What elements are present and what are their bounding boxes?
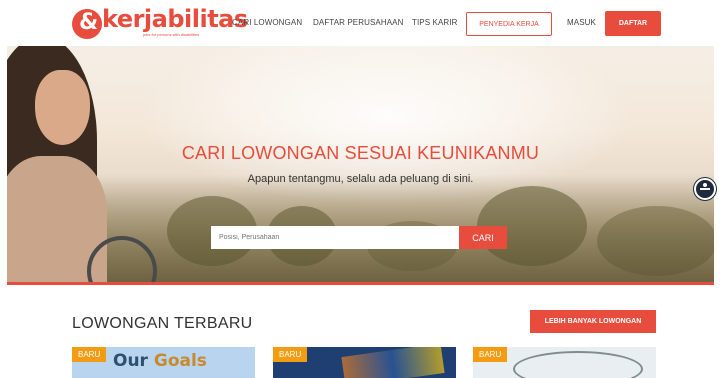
logo-ampersand-icon	[72, 9, 102, 39]
logo-text: kerjabilitas	[102, 5, 248, 33]
search-input[interactable]	[211, 226, 459, 249]
new-badge: BARU	[273, 347, 308, 362]
daftar-button[interactable]: DAFTAR	[605, 11, 661, 36]
penyedia-kerja-button[interactable]: PENYEDIA KERJA	[466, 12, 552, 36]
hero-subtitle: Apapun tentangmu, selalu ada peluang di …	[247, 173, 474, 185]
hero-divider	[7, 282, 714, 285]
search-button[interactable]: CARI	[459, 226, 507, 249]
job-card[interactable]: BARU	[273, 347, 456, 378]
job-card[interactable]: Our Goals BARU	[72, 347, 255, 378]
new-badge: BARU	[473, 347, 508, 362]
nav-cari-lowongan[interactable]: CARI LOWONGAN	[232, 18, 302, 27]
nav-masuk[interactable]: MASUK	[567, 18, 596, 27]
nav-tips-karir[interactable]: TIPS KARIR	[412, 18, 457, 27]
new-badge: BARU	[72, 347, 107, 362]
card-image	[341, 347, 445, 378]
top-navbar: kerjabilitas jobs for persons with disab…	[0, 0, 721, 46]
hero-title: CARI LOWONGAN SESUAI KEUNIKANMU	[181, 143, 540, 163]
card-image-text-2: Goals	[153, 351, 207, 371]
card-image-text: Our Goals	[113, 351, 207, 371]
card-image	[513, 351, 643, 378]
more-jobs-button[interactable]: LEBIH BANYAK LOWONGAN	[530, 310, 656, 333]
hero-person-face	[35, 70, 90, 145]
job-card[interactable]: BARU	[473, 347, 656, 378]
card-image-text-1: Our	[113, 351, 148, 371]
logo-tagline: jobs for persons with disabilities	[143, 32, 200, 37]
section-title: LOWONGAN TERBARU	[72, 315, 253, 332]
nav-daftar-perusahaan[interactable]: DAFTAR PERUSAHAAN	[313, 18, 403, 27]
hero-banner: CARI LOWONGAN SESUAI KEUNIKANMU Apapun t…	[7, 46, 714, 284]
accessibility-icon[interactable]	[694, 178, 716, 200]
